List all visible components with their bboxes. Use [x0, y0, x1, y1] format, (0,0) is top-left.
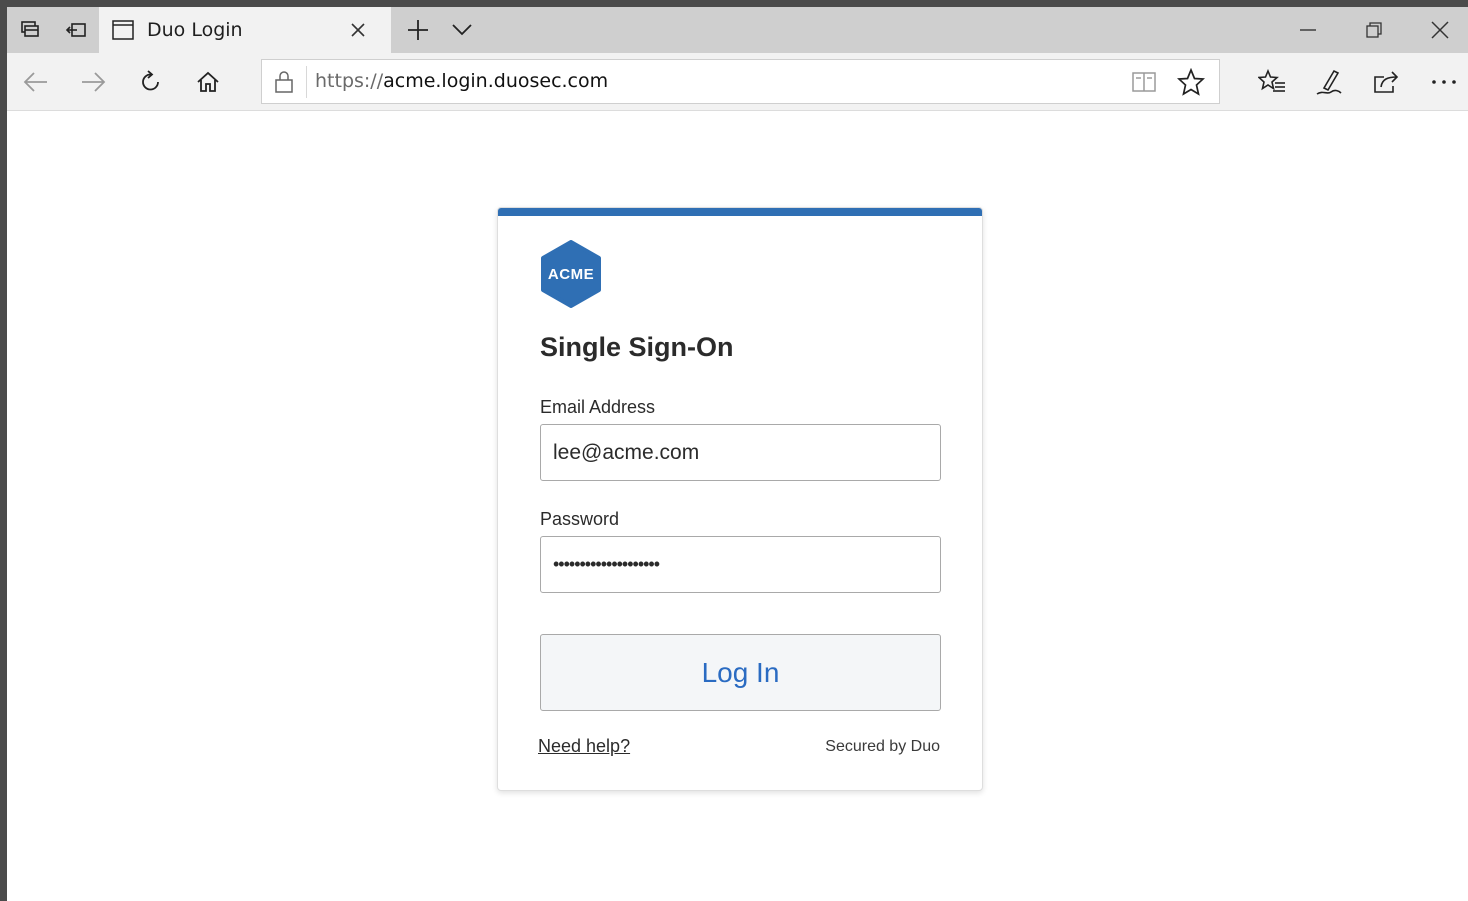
- tab-title: Duo Login: [147, 19, 243, 41]
- window-top-border: [0, 0, 1468, 7]
- pen-icon[interactable]: [1308, 61, 1350, 103]
- password-field[interactable]: ••••••••••••••••••••: [540, 536, 941, 593]
- share-icon[interactable]: [1365, 61, 1407, 103]
- url-scheme: https://: [315, 70, 384, 92]
- login-card: ACME Single Sign-On Email Address lee@ac…: [497, 207, 983, 791]
- chevron-down-icon[interactable]: [439, 7, 485, 53]
- email-label: Email Address: [540, 397, 656, 417]
- back-arrow-icon[interactable]: [15, 61, 57, 103]
- home-icon[interactable]: [187, 61, 229, 103]
- minimize-icon[interactable]: [1275, 7, 1341, 53]
- password-label: Password: [540, 509, 620, 529]
- set-aside-tabs-icon[interactable]: [53, 7, 99, 53]
- navigation-bar: https://acme.login.duosec.com: [7, 53, 1468, 111]
- page-title: Single Sign-On: [540, 332, 734, 362]
- close-icon[interactable]: [345, 17, 371, 43]
- need-help-link[interactable]: Need help?: [538, 736, 630, 757]
- secured-by-text: Secured by Duo: [825, 738, 940, 755]
- address-bar[interactable]: https://acme.login.duosec.com: [261, 59, 1220, 104]
- url-host: acme.login.duosec.com: [383, 70, 609, 92]
- forward-arrow-icon[interactable]: [72, 61, 114, 103]
- window-close-icon[interactable]: [1407, 7, 1468, 53]
- star-icon[interactable]: [1177, 68, 1205, 96]
- restore-icon[interactable]: [1341, 7, 1407, 53]
- more-icon[interactable]: [1423, 61, 1465, 103]
- reading-view-icon[interactable]: [1131, 69, 1157, 95]
- logo-text: ACME: [547, 265, 595, 283]
- url-text[interactable]: https://acme.login.duosec.com: [315, 60, 608, 103]
- tab-strip: Duo Login: [7, 7, 1468, 53]
- tab-actions-icon[interactable]: [7, 7, 53, 53]
- page-icon: [112, 20, 134, 40]
- favorites-icon[interactable]: [1251, 61, 1293, 103]
- address-separator: [306, 66, 307, 98]
- tab-duo-login[interactable]: Duo Login: [99, 7, 391, 53]
- card-accent-bar: [498, 208, 982, 216]
- login-button[interactable]: Log In: [540, 634, 941, 711]
- email-field[interactable]: lee@acme.com: [540, 424, 941, 481]
- refresh-icon[interactable]: [130, 61, 172, 103]
- lock-icon: [275, 71, 293, 93]
- page-content: ACME Single Sign-On Email Address lee@ac…: [7, 111, 1468, 901]
- plus-icon[interactable]: [395, 7, 441, 53]
- browser-window: Duo Login https://acme.login.duosec.com …: [0, 0, 1468, 901]
- window-left-border: [0, 7, 7, 901]
